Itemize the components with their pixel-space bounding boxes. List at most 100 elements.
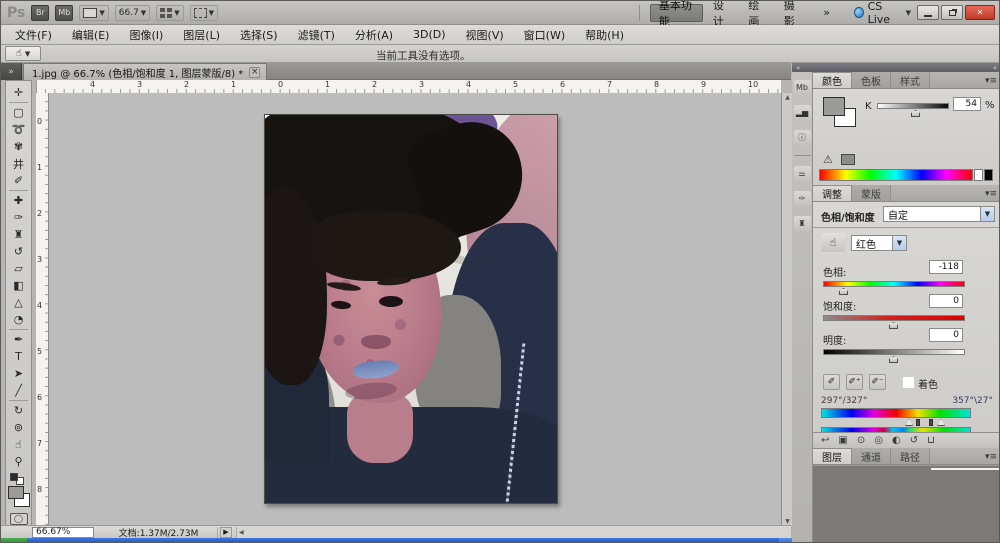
default-colors-icon[interactable] bbox=[10, 473, 23, 482]
range-falloff-left-handle[interactable] bbox=[905, 419, 913, 426]
zoom-level-control[interactable]: 66.7▼ bbox=[115, 5, 150, 21]
workspace-overflow-button[interactable]: » bbox=[815, 4, 838, 22]
color-panel-tab-1[interactable]: 色板 bbox=[852, 72, 891, 88]
tool-4[interactable]: 井 bbox=[8, 155, 29, 172]
tool-3[interactable]: ✾ bbox=[8, 138, 29, 155]
lightness-slider-thumb[interactable] bbox=[889, 356, 898, 363]
panel-dock-header[interactable]: « « bbox=[792, 63, 1000, 72]
menu-item-10[interactable]: 帮助(H) bbox=[575, 27, 634, 43]
tool-20[interactable]: ☝ bbox=[8, 436, 29, 453]
vertical-ruler[interactable]: 012345678 bbox=[36, 93, 49, 526]
layers-panel-body[interactable] bbox=[813, 465, 1000, 543]
horizontal-ruler[interactable]: 4321012345678910 bbox=[36, 80, 781, 93]
tool-8[interactable]: ♜ bbox=[8, 226, 29, 243]
layers-panel-tab-1[interactable]: 通道 bbox=[852, 448, 891, 464]
previous-state-eye-icon[interactable]: ◎ bbox=[874, 435, 883, 446]
tool-7[interactable]: ✑ bbox=[8, 209, 29, 226]
white-swatch[interactable] bbox=[974, 169, 983, 181]
color-spectrum-ramp[interactable] bbox=[819, 169, 973, 181]
channel-dropdown[interactable]: 红色 ▼ bbox=[851, 235, 907, 251]
workspace-button-3[interactable]: 摄影 bbox=[776, 4, 809, 22]
on-image-adjustment-button[interactable]: ☝ bbox=[821, 233, 845, 252]
info-icon[interactable]: ⓘ bbox=[794, 130, 811, 145]
menu-item-2[interactable]: 图像(I) bbox=[119, 27, 173, 43]
adjustments-panel-tab-0[interactable]: 调整 bbox=[813, 185, 852, 201]
color-panel-tab-0[interactable]: 颜色 bbox=[813, 72, 852, 88]
bridge-button[interactable]: Br bbox=[31, 5, 49, 21]
status-zoom-field[interactable]: 66.67% bbox=[32, 527, 94, 538]
panel-menu-icon[interactable]: ▾≡ bbox=[985, 189, 997, 199]
workspace-button-2[interactable]: 绘画 bbox=[740, 4, 773, 22]
adjustments-icon[interactable]: ⚌ bbox=[794, 166, 811, 181]
closest-color-swatch[interactable] bbox=[841, 154, 855, 165]
k-value-field[interactable] bbox=[953, 97, 981, 111]
panel-menu-icon[interactable]: ▾≡ bbox=[985, 76, 997, 86]
menu-item-9[interactable]: 窗口(W) bbox=[514, 27, 575, 43]
tool-11[interactable]: ◧ bbox=[8, 277, 29, 294]
tool-2[interactable]: ➰ bbox=[8, 121, 29, 138]
scroll-up-icon[interactable]: ▲ bbox=[783, 94, 792, 101]
menu-item-8[interactable]: 视图(V) bbox=[456, 27, 514, 43]
horizontal-scrollbar[interactable]: ◀ bbox=[236, 527, 791, 538]
hue-slider-thumb[interactable] bbox=[839, 288, 848, 295]
tool-9[interactable]: ↺ bbox=[8, 243, 29, 260]
quick-mask-button[interactable]: ◯ bbox=[10, 513, 28, 525]
adjustments-panel-tab-1[interactable]: 蒙版 bbox=[852, 185, 891, 201]
tool-18[interactable]: ↻ bbox=[8, 402, 29, 419]
scroll-down-icon[interactable]: ▼ bbox=[783, 518, 792, 525]
status-options-icon[interactable]: ▶ bbox=[220, 527, 232, 538]
clip-to-layer-icon[interactable]: ▣ bbox=[838, 435, 847, 446]
tool-21[interactable]: ⚲ bbox=[8, 453, 29, 470]
eyedropper-subtract-icon[interactable]: ✐⁻ bbox=[869, 374, 886, 390]
visibility-eye-icon[interactable]: ⊙ bbox=[857, 435, 865, 446]
document-image[interactable] bbox=[264, 114, 558, 504]
eyedropper-sample-icon[interactable]: ✐ bbox=[823, 374, 840, 390]
range-start-handle[interactable] bbox=[916, 419, 920, 426]
lightness-slider[interactable] bbox=[823, 349, 965, 355]
hue-slider[interactable] bbox=[823, 281, 965, 287]
tool-1[interactable]: ▢ bbox=[8, 104, 29, 121]
menu-item-6[interactable]: 分析(A) bbox=[345, 27, 403, 43]
eyedropper-add-icon[interactable]: ✐⁺ bbox=[846, 374, 863, 390]
tool-16[interactable]: ➤ bbox=[8, 365, 29, 382]
taskbar-start-fragment[interactable] bbox=[1, 538, 27, 543]
document-tab[interactable]: 1.jpg @ 66.7% (色相/饱和度 1, 图层蒙版/8) * × bbox=[23, 63, 267, 80]
k-slider-thumb[interactable] bbox=[911, 110, 920, 117]
toggle-view-icon[interactable]: ◐ bbox=[892, 435, 901, 446]
foreground-color-swatch[interactable] bbox=[8, 486, 24, 499]
mini-bridge-button[interactable]: Mb bbox=[55, 5, 73, 21]
menu-item-4[interactable]: 选择(S) bbox=[230, 27, 288, 43]
collapse-panels-icon[interactable]: « bbox=[993, 64, 997, 72]
tool-14[interactable]: ✒ bbox=[8, 331, 29, 348]
preset-dropdown[interactable]: 自定 ▼ bbox=[883, 206, 995, 222]
tool-12[interactable]: △ bbox=[8, 294, 29, 311]
brush-presets-icon[interactable]: ✑ bbox=[794, 191, 811, 206]
tool-17[interactable]: ╱ bbox=[8, 382, 29, 399]
arrange-documents-button[interactable]: ▼ bbox=[156, 5, 183, 21]
colorize-checkbox[interactable] bbox=[903, 377, 914, 388]
color-panel-tab-2[interactable]: 样式 bbox=[891, 72, 930, 88]
menu-item-5[interactable]: 滤镜(T) bbox=[288, 27, 345, 43]
delete-adjustment-icon[interactable]: ⊔ bbox=[927, 435, 935, 446]
range-falloff-right-handle[interactable] bbox=[937, 419, 945, 426]
menu-item-1[interactable]: 编辑(E) bbox=[62, 27, 120, 43]
scroll-left-icon[interactable]: ◀ bbox=[239, 529, 244, 536]
tool-13[interactable]: ◔ bbox=[8, 311, 29, 328]
menu-item-7[interactable]: 3D(D) bbox=[403, 28, 456, 41]
menu-item-3[interactable]: 图层(L) bbox=[173, 27, 230, 43]
view-extras-button[interactable]: ▼ bbox=[79, 5, 108, 21]
k-channel-slider[interactable] bbox=[877, 103, 949, 109]
panel-menu-icon[interactable]: ▾≡ bbox=[985, 452, 997, 462]
tool-19[interactable]: ⊚ bbox=[8, 419, 29, 436]
close-tab-icon[interactable]: × bbox=[249, 67, 260, 78]
cs-live-button[interactable]: CS Live ▼ bbox=[854, 0, 911, 26]
saturation-slider-thumb[interactable] bbox=[889, 322, 898, 329]
tool-5[interactable]: ✐ bbox=[8, 172, 29, 189]
histogram-icon[interactable]: ▂▅ bbox=[794, 105, 811, 120]
foreground-color-swatch[interactable] bbox=[823, 97, 845, 116]
toolbar-grip[interactable]: » bbox=[1, 63, 22, 80]
menu-item-0[interactable]: 文件(F) bbox=[5, 27, 62, 43]
black-swatch[interactable] bbox=[984, 169, 993, 181]
close-button[interactable]: ✕ bbox=[965, 5, 995, 20]
layers-panel-tab-2[interactable]: 路径 bbox=[891, 448, 930, 464]
